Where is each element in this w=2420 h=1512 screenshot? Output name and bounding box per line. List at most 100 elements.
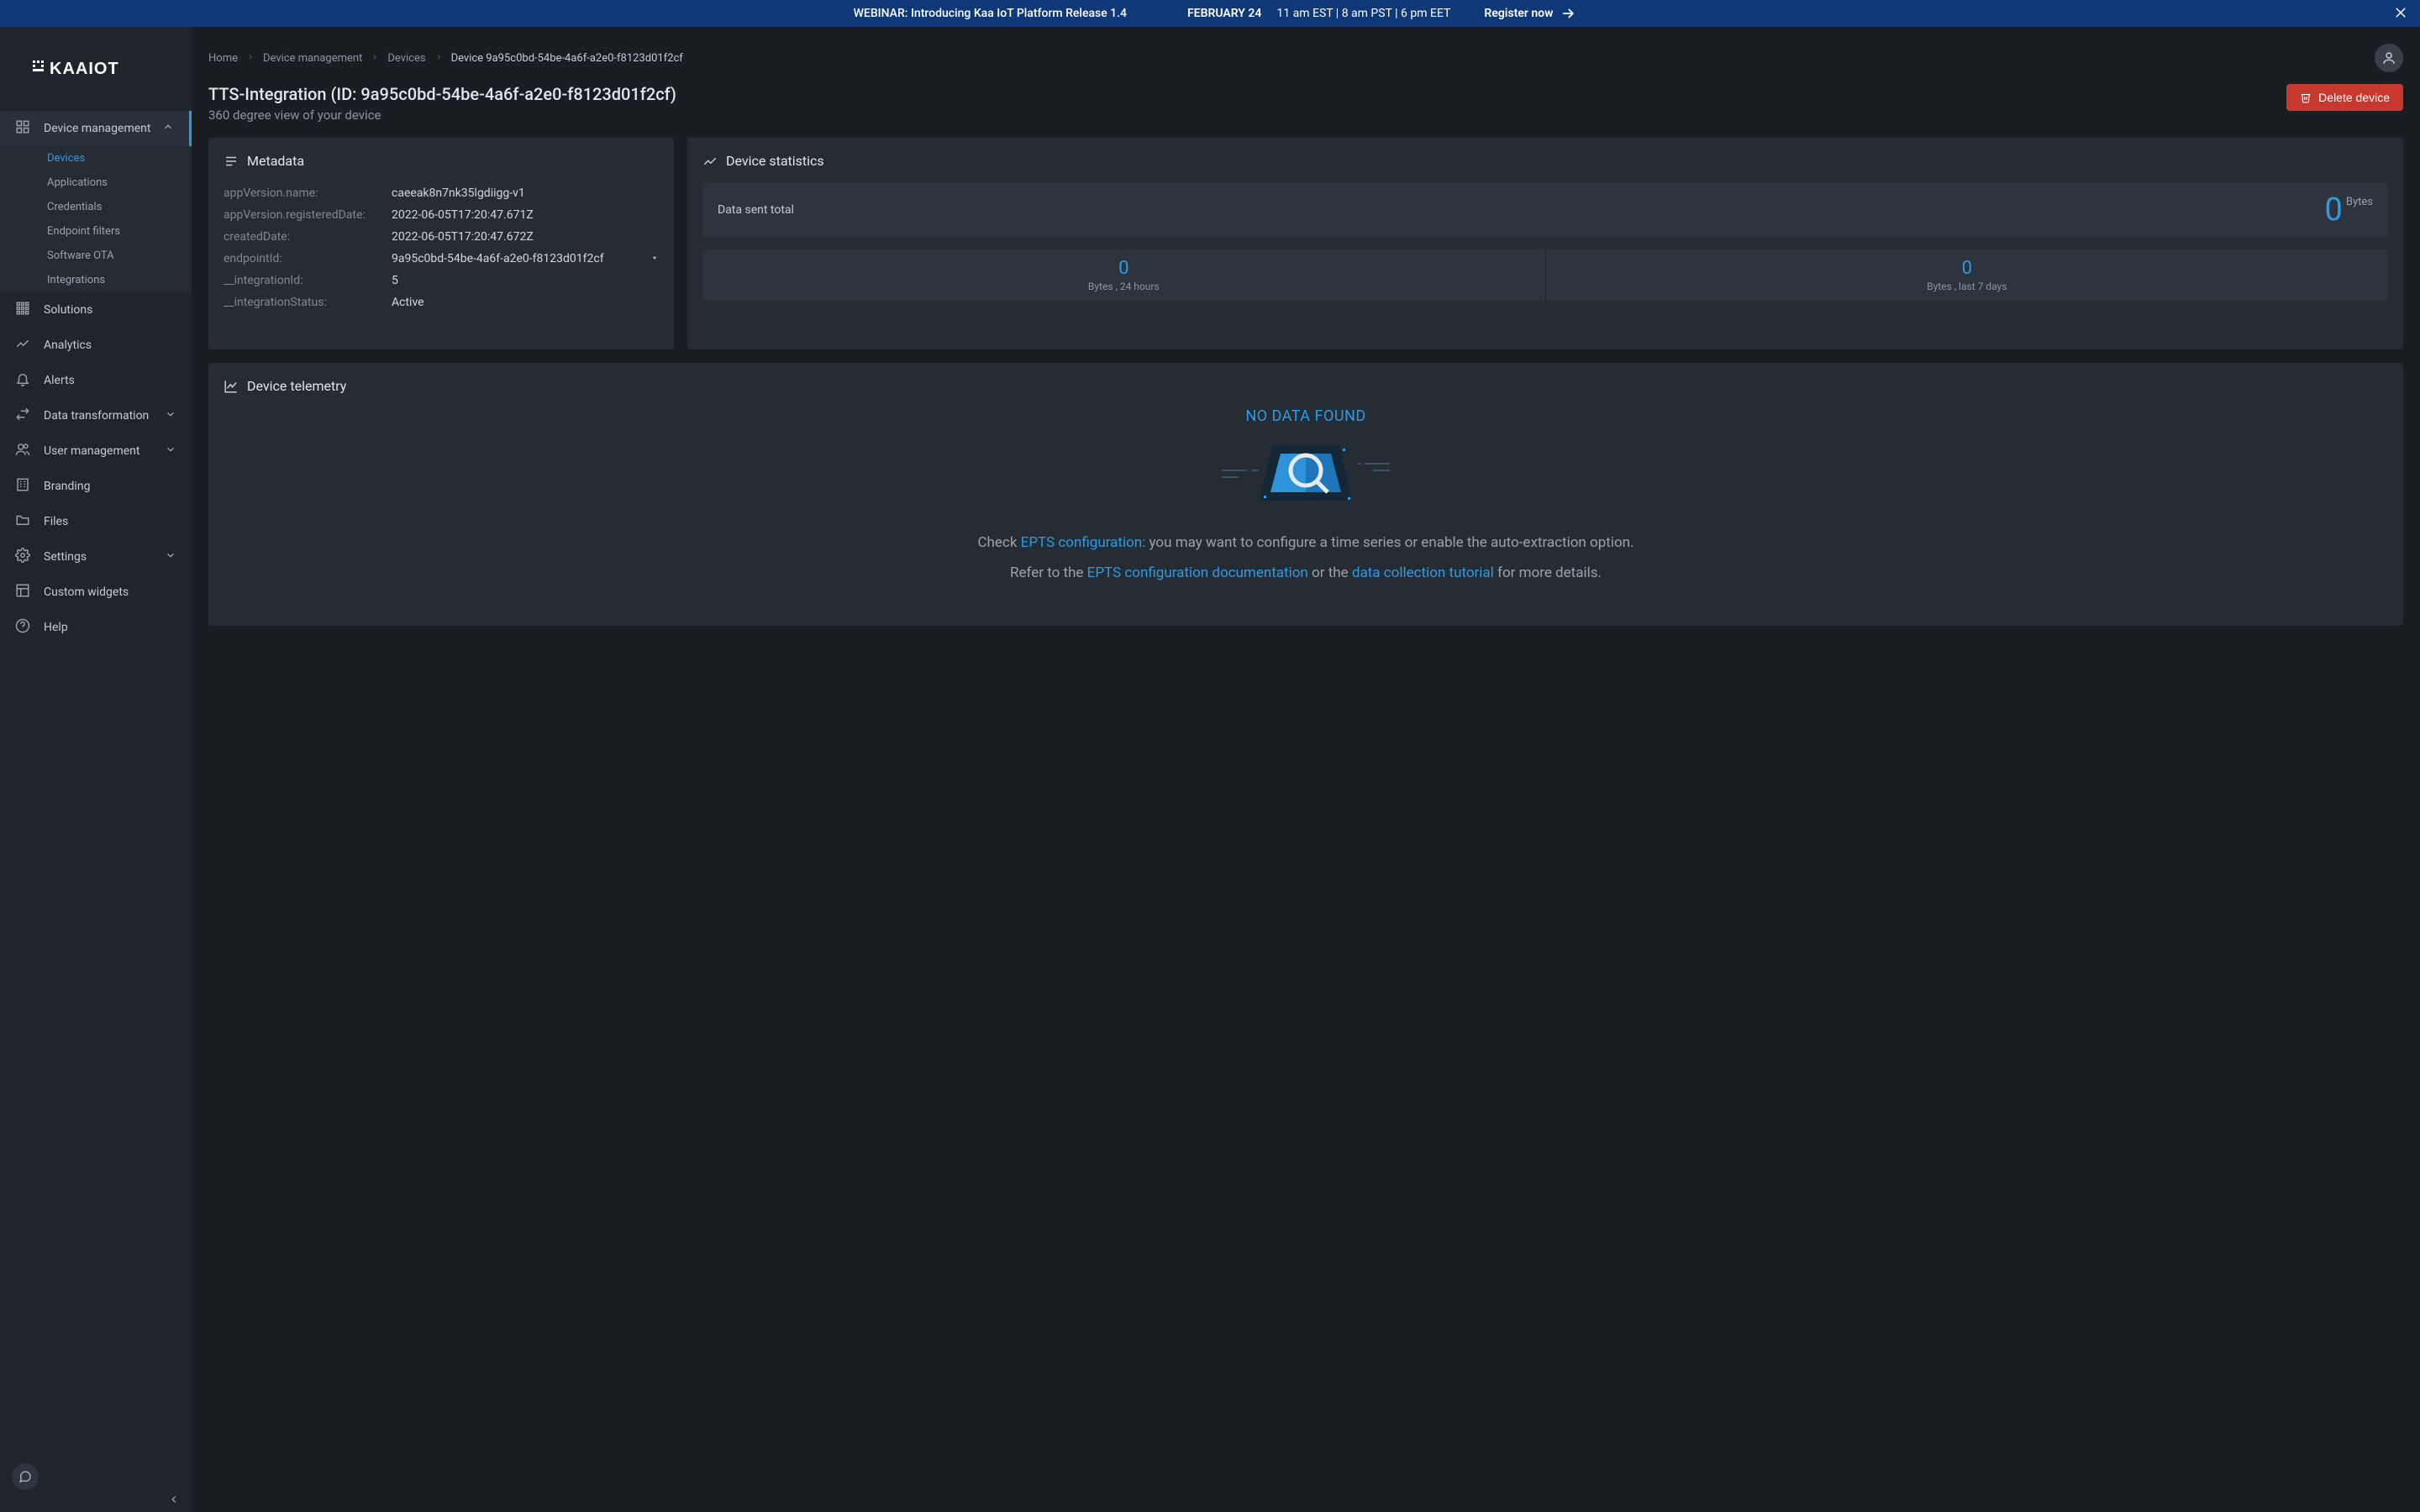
breadcrumb-device-9a95c0bd-54be-4a6f-a2e0: Device 9a95c0bd-54be-4a6f-a2e0-f8123d01f… bbox=[451, 52, 683, 65]
sidebar-item-analytics[interactable]: Analytics bbox=[0, 328, 192, 363]
sidebar-subitem-integrations[interactable]: Integrations bbox=[0, 268, 192, 292]
sidebar-item-label: Custom widgets bbox=[44, 585, 129, 599]
device-statistics-card: Device statistics Data sent total 0 Byte… bbox=[687, 138, 2403, 349]
sidebar-item-device-management[interactable]: Device management bbox=[0, 111, 192, 146]
metadata-value: 2022-06-05T17:20:47.672Z bbox=[392, 230, 659, 244]
people-icon bbox=[15, 442, 30, 457]
sidebar-item-label: Alerts bbox=[44, 374, 75, 387]
sidebar-item-alerts[interactable]: Alerts bbox=[0, 363, 192, 398]
folder-icon bbox=[15, 512, 30, 528]
breadcrumbs: Home Device management Devices Device 9a95c… bbox=[208, 52, 683, 65]
list-icon bbox=[224, 154, 239, 169]
metadata-card: Metadata appVersion.name:caeeak8n7nk35lg… bbox=[208, 138, 674, 349]
sidebar-subitem-credentials[interactable]: Credentials bbox=[0, 195, 192, 219]
sidebar-item-solutions[interactable]: Solutions bbox=[0, 292, 192, 328]
metadata-key: __integrationStatus: bbox=[224, 296, 392, 309]
metadata-value: 5 bbox=[392, 274, 659, 287]
metadata-row: createdDate:2022-06-05T17:20:47.672Z bbox=[224, 226, 659, 248]
grid-icon bbox=[15, 119, 30, 134]
sidebar-item-files[interactable]: Files bbox=[0, 504, 192, 539]
svg-text:KAAIOT: KAAIOT bbox=[50, 60, 119, 78]
metadata-key: __integrationId: bbox=[224, 274, 392, 287]
stat-7-days: 0 Bytes , last 7 days bbox=[1545, 249, 2389, 301]
data-collection-tutorial-link[interactable]: data collection tutorial bbox=[1352, 564, 1494, 581]
sidebar-item-label: Files bbox=[44, 515, 68, 528]
chart-icon bbox=[224, 379, 239, 394]
sidebar: KAAIOT Device management DevicesApplicati… bbox=[0, 27, 192, 1512]
trend-icon bbox=[15, 336, 30, 351]
metadata-key: endpointId: bbox=[224, 252, 392, 265]
sidebar-item-label: Data transformation bbox=[44, 409, 149, 423]
user-icon bbox=[2381, 50, 2396, 66]
stat-half2-value: 0 bbox=[1546, 258, 2389, 279]
metadata-value: Active bbox=[392, 296, 659, 309]
banner-text: WEBINAR: Introducing Kaa IoT Platform Re… bbox=[854, 7, 1127, 20]
sidebar-item-label: Solutions bbox=[44, 303, 92, 317]
metadata-value[interactable]: 9a95c0bd-54be-4a6f-a2e0-f8123d01f2cf bbox=[392, 252, 659, 265]
no-data-msg-2: Refer to the EPTS configuration document… bbox=[928, 563, 1684, 585]
sidebar-subitem-devices[interactable]: Devices bbox=[0, 146, 192, 171]
sidebar-item-custom-widgets[interactable]: Custom widgets bbox=[0, 575, 192, 610]
metadata-row: appVersion.name:caeeak8n7nk35lgdiigg-v1 bbox=[224, 182, 659, 204]
chevron-left-icon bbox=[168, 1494, 180, 1505]
sidebar-item-label: Analytics bbox=[44, 339, 92, 352]
brand-logo[interactable]: KAAIOT bbox=[0, 27, 192, 111]
sidebar-item-label: Device management bbox=[44, 122, 150, 135]
close-icon bbox=[2393, 5, 2408, 20]
sidebar-item-settings[interactable]: Settings bbox=[0, 539, 192, 575]
breadcrumb-home[interactable]: Home bbox=[208, 52, 238, 65]
metadata-row: __integrationStatus:Active bbox=[224, 291, 659, 313]
sidebar-item-branding[interactable]: Branding bbox=[0, 469, 192, 504]
chat-icon bbox=[18, 1470, 32, 1483]
metadata-key: appVersion.registeredDate: bbox=[224, 208, 392, 222]
chevron-up-icon bbox=[162, 121, 174, 133]
grid3-icon bbox=[15, 301, 30, 316]
sidebar-subitem-endpoint-filters[interactable]: Endpoint filters bbox=[0, 219, 192, 244]
register-now-link[interactable]: Register now bbox=[1484, 5, 1576, 22]
sidebar-item-user-management[interactable]: User management bbox=[0, 433, 192, 469]
stat-big-label: Data sent total bbox=[718, 203, 794, 217]
collapse-sidebar-button[interactable] bbox=[0, 1487, 192, 1512]
banner-times: 11 am EST | 8 am PST | 6 pm EET bbox=[1276, 7, 1450, 20]
metadata-value: caeeak8n7nk35lgdiigg-v1 bbox=[392, 186, 659, 200]
sidebar-subitem-applications[interactable]: Applications bbox=[0, 171, 192, 195]
sidebar-item-label: Help bbox=[44, 621, 68, 634]
breadcrumb-separator-icon bbox=[371, 52, 379, 65]
stat-24-hours: 0 Bytes , 24 hours bbox=[702, 249, 1545, 301]
bell-icon bbox=[15, 371, 30, 386]
register-label: Register now bbox=[1484, 7, 1553, 20]
sidebar-item-help[interactable]: Help bbox=[0, 610, 192, 645]
sidebar-subitem-software-ota[interactable]: Software OTA bbox=[0, 244, 192, 268]
metadata-row: __integrationId:5 bbox=[224, 270, 659, 291]
sidebar-item-label: Settings bbox=[44, 550, 87, 564]
stat-data-sent-total: Data sent total 0 Bytes bbox=[702, 182, 2388, 238]
breadcrumb-devices[interactable]: Devices bbox=[387, 52, 425, 65]
gear-icon bbox=[15, 548, 30, 563]
sidebar-item-label: User management bbox=[44, 444, 139, 458]
chevron-down-icon bbox=[165, 408, 176, 420]
help-icon bbox=[15, 618, 30, 633]
webinar-banner: WEBINAR: Introducing Kaa IoT Platform Re… bbox=[0, 0, 2420, 27]
stat-half1-label: Bytes , 24 hours bbox=[702, 281, 1545, 292]
arrow-right-icon bbox=[1560, 5, 1576, 22]
chat-button[interactable] bbox=[12, 1463, 39, 1490]
user-menu-button[interactable] bbox=[2375, 44, 2403, 72]
sidebar-nav: Device management DevicesApplicationsCred… bbox=[0, 111, 192, 1487]
chevron-down-icon bbox=[165, 444, 176, 455]
banner-close-button[interactable] bbox=[2393, 5, 2408, 24]
breadcrumb-device-management[interactable]: Device management bbox=[263, 52, 362, 65]
epts-docs-link[interactable]: EPTS configuration documentation bbox=[1087, 564, 1308, 581]
stat-half1-value: 0 bbox=[702, 258, 1545, 279]
stat-big-value: 0 bbox=[2325, 194, 2343, 226]
main-content: Home Device management Devices Device 9a95c… bbox=[192, 27, 2420, 1512]
stat-half2-label: Bytes , last 7 days bbox=[1546, 281, 2389, 292]
caret-down-icon bbox=[650, 254, 659, 262]
stats-icon bbox=[702, 154, 718, 169]
metadata-title: Metadata bbox=[247, 153, 304, 169]
device-telemetry-card: Device telemetry NO DATA FOUND bbox=[208, 363, 2403, 626]
epts-config-link[interactable]: EPTS configuration: bbox=[1021, 534, 1146, 551]
delete-device-button[interactable]: Delete device bbox=[2286, 84, 2403, 111]
delete-label: Delete device bbox=[2318, 91, 2390, 104]
sidebar-item-data-transformation[interactable]: Data transformation bbox=[0, 398, 192, 433]
no-data-illustration bbox=[1213, 433, 1398, 509]
